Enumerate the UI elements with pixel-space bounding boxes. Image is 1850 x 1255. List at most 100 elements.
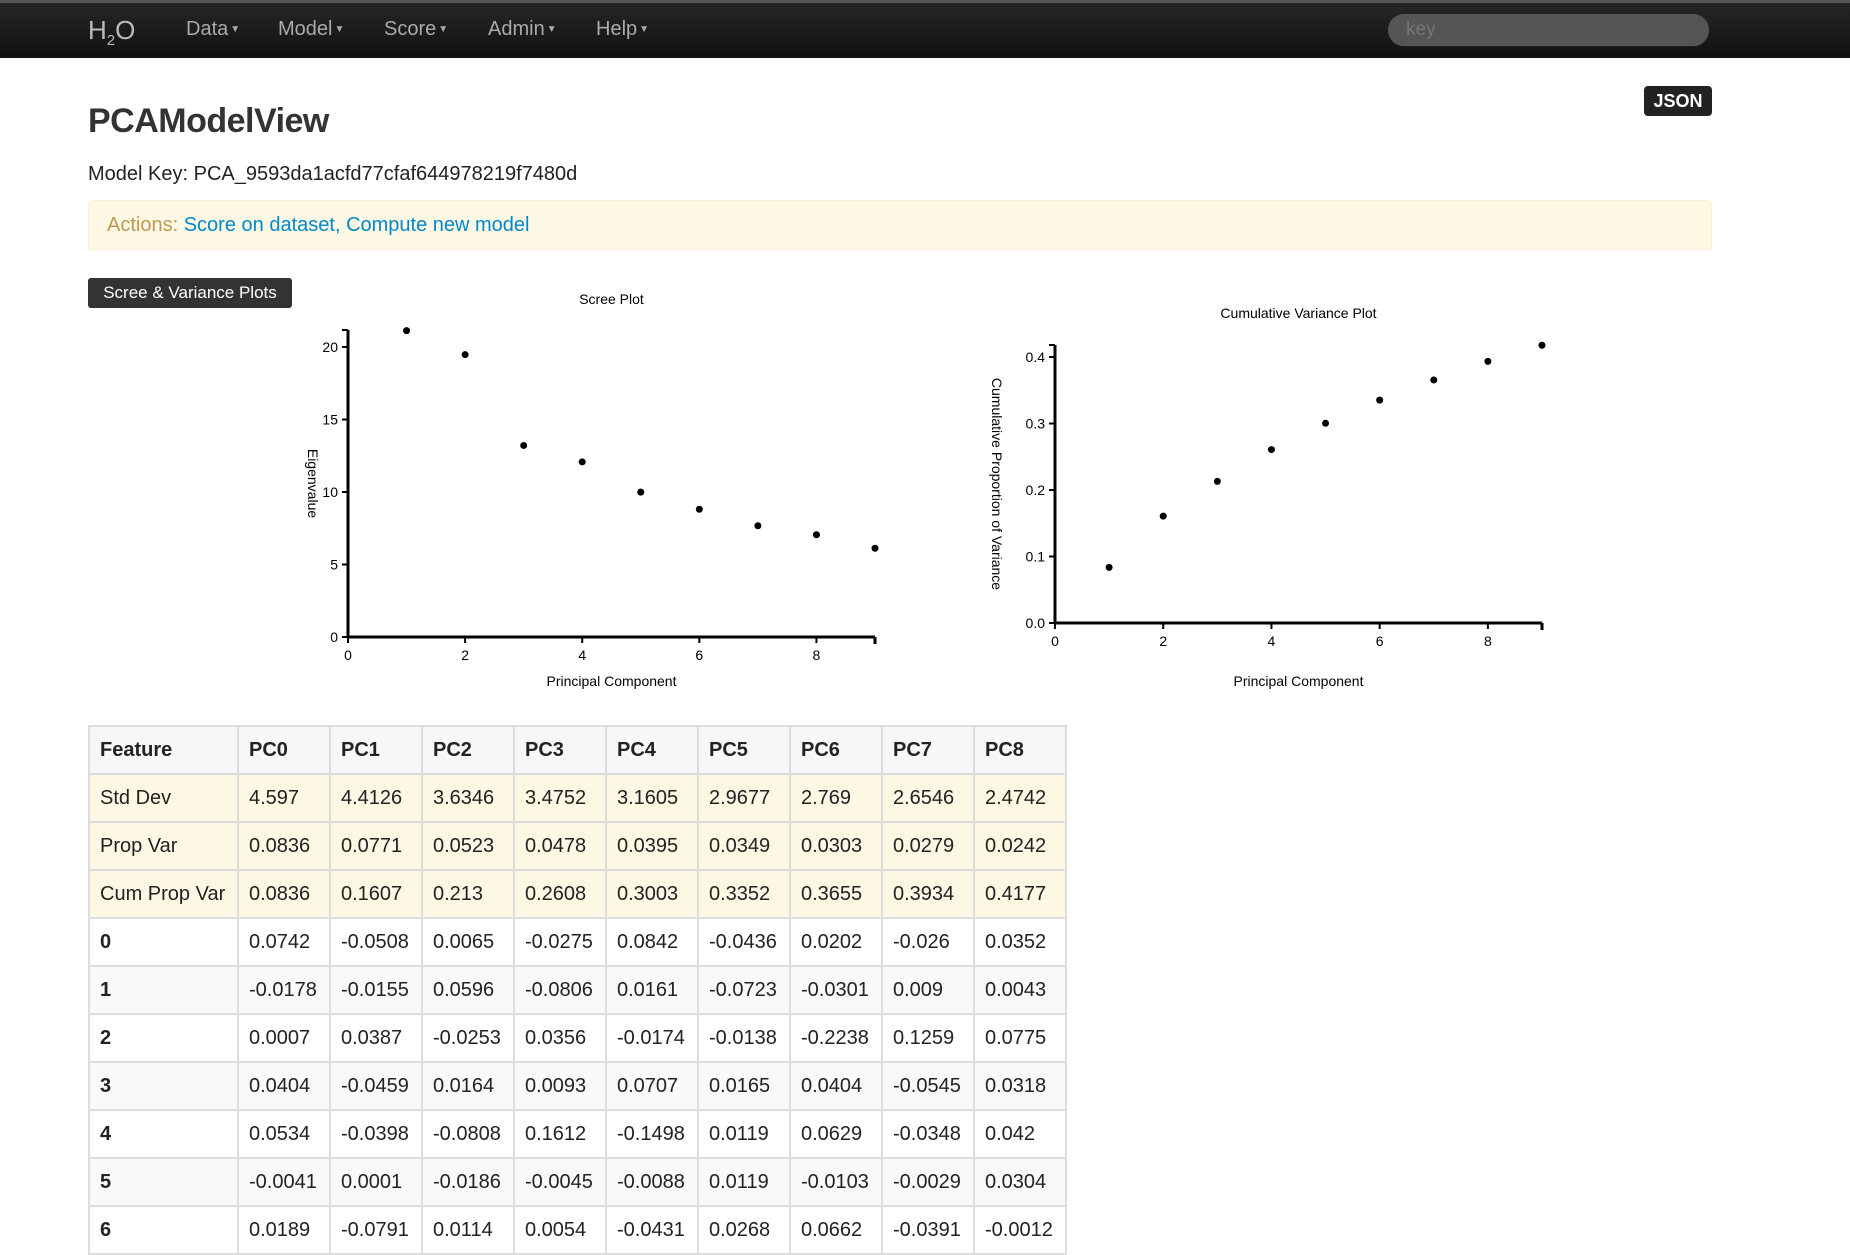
- y-tick-label: 0.1: [1026, 549, 1046, 565]
- table-cell: -0.0178: [237, 965, 331, 1015]
- table-cell: 0.0054: [513, 1205, 607, 1255]
- table-cell: 3.6346: [421, 773, 515, 823]
- data-point: [637, 488, 645, 496]
- x-tick-label: 4: [578, 647, 586, 663]
- table-cell: 0.0349: [697, 821, 791, 871]
- y-tick-label: 0.0: [1026, 615, 1046, 631]
- table-cell: 2.9677: [697, 773, 791, 823]
- row-label: 2: [88, 1013, 239, 1063]
- table-cell: 0.3003: [605, 869, 699, 919]
- column-header: PC0: [237, 725, 331, 775]
- table-cell: 0.0043: [973, 965, 1067, 1015]
- x-axis-label: Principal Component: [547, 673, 677, 689]
- table-row: Prop Var 0.0836 0.0771 0.0523 0.0478 0.0395 0.…: [88, 821, 1067, 871]
- data-point: [1322, 419, 1330, 427]
- table-cell: -0.0155: [329, 965, 423, 1015]
- table-cell: 0.0189: [237, 1205, 331, 1255]
- y-axis-label: Eigenvalue: [305, 449, 321, 518]
- table-row: 0 0.0742 -0.0508 0.0065 -0.0275 0.0842 -0.0436…: [88, 917, 1067, 967]
- table-cell: 2.6546: [881, 773, 975, 823]
- x-tick-label: 0: [1051, 633, 1059, 649]
- pca-table: Feature PC0 PC1 PC2 PC3 PC4 PC5 PC6 PC7 PC8 Std D…: [88, 725, 1067, 1255]
- data-point: [1159, 512, 1167, 520]
- table-cell: 0.1259: [881, 1013, 975, 1063]
- y-tick-label: 0.2: [1026, 482, 1046, 498]
- table-row: 1 -0.0178 -0.0155 0.0596 -0.0806 0.0161 -0.072…: [88, 965, 1067, 1015]
- table-cell: -0.0398: [329, 1109, 423, 1159]
- table-header-row: Feature PC0 PC1 PC2 PC3 PC4 PC5 PC6 PC7 PC8: [88, 725, 1067, 775]
- column-header: PC8: [973, 725, 1067, 775]
- data-point: [403, 327, 411, 335]
- data-point: [695, 505, 703, 513]
- table-cell: 0.0303: [789, 821, 883, 871]
- row-label: 4: [88, 1109, 239, 1159]
- x-tick-label: 6: [1376, 633, 1384, 649]
- x-tick-label: 8: [1484, 633, 1492, 649]
- table-cell: -0.0275: [513, 917, 607, 967]
- table-cell: -0.0508: [329, 917, 423, 967]
- chart-title: Scree Plot: [579, 291, 644, 307]
- column-header: PC3: [513, 725, 607, 775]
- table-cell: 0.0662: [789, 1205, 883, 1255]
- table-cell: 0.0775: [973, 1013, 1067, 1063]
- table-row: 3 0.0404 -0.0459 0.0164 0.0093 0.0707 0.0165 0.…: [88, 1061, 1067, 1111]
- table-cell: -0.0806: [513, 965, 607, 1015]
- column-header: PC7: [881, 725, 975, 775]
- table-cell: 3.1605: [605, 773, 699, 823]
- x-tick-label: 2: [461, 647, 469, 663]
- table-cell: -0.2238: [789, 1013, 883, 1063]
- table-cell: 0.042: [973, 1109, 1067, 1159]
- table-cell: 0.2608: [513, 869, 607, 919]
- table-cell: -0.0174: [605, 1013, 699, 1063]
- table-cell: 2.769: [789, 773, 883, 823]
- table-cell: 0.0001: [329, 1157, 423, 1207]
- table-cell: 0.0318: [973, 1061, 1067, 1111]
- data-point: [1267, 446, 1275, 454]
- table-cell: -0.0088: [605, 1157, 699, 1207]
- column-header: PC6: [789, 725, 883, 775]
- table-cell: 0.0161: [605, 965, 699, 1015]
- row-label: Std Dev: [88, 773, 239, 823]
- data-point: [520, 441, 528, 449]
- row-label: 0: [88, 917, 239, 967]
- table-cell: -0.0103: [789, 1157, 883, 1207]
- column-header: PC1: [329, 725, 423, 775]
- table-cell: 0.0304: [973, 1157, 1067, 1207]
- table-cell: 0.0707: [605, 1061, 699, 1111]
- table-cell: -0.0041: [237, 1157, 331, 1207]
- x-tick-label: 0: [344, 647, 352, 663]
- column-header: PC2: [421, 725, 515, 775]
- table-cell: 0.0279: [881, 821, 975, 871]
- table-cell: -0.0808: [421, 1109, 515, 1159]
- table-cell: 0.0242: [973, 821, 1067, 871]
- x-axis-label: Principal Component: [1234, 673, 1364, 689]
- table-cell: 0.0534: [237, 1109, 331, 1159]
- table-cell: -0.0029: [881, 1157, 975, 1207]
- table-cell: 0.0742: [237, 917, 331, 967]
- table-cell: 0.0523: [421, 821, 515, 871]
- table-cell: 0.0164: [421, 1061, 515, 1111]
- table-cell: 0.0387: [329, 1013, 423, 1063]
- chart-title: Cumulative Variance Plot: [1220, 305, 1376, 321]
- data-point: [812, 531, 820, 539]
- y-tick-label: 0.3: [1026, 416, 1046, 432]
- table-cell: 0.0842: [605, 917, 699, 967]
- row-label: Cum Prop Var: [88, 869, 239, 919]
- table-cell: 0.0352: [973, 917, 1067, 967]
- table-cell: 0.4177: [973, 869, 1067, 919]
- data-point: [1430, 376, 1438, 384]
- table-cell: 0.3352: [697, 869, 791, 919]
- row-label: Prop Var: [88, 821, 239, 871]
- column-header: PC5: [697, 725, 791, 775]
- table-cell: -0.0138: [697, 1013, 791, 1063]
- y-axis-label: Cumulative Proportion of Variance: [989, 378, 1005, 590]
- data-point: [461, 351, 469, 359]
- y-tick-label: 0.4: [1026, 349, 1046, 365]
- y-tick-label: 15: [322, 412, 338, 428]
- table-cell: -0.0545: [881, 1061, 975, 1111]
- x-tick-label: 6: [695, 647, 703, 663]
- data-point: [754, 522, 762, 530]
- table-cell: -0.0459: [329, 1061, 423, 1111]
- table-cell: -0.0391: [881, 1205, 975, 1255]
- table-cell: 0.0478: [513, 821, 607, 871]
